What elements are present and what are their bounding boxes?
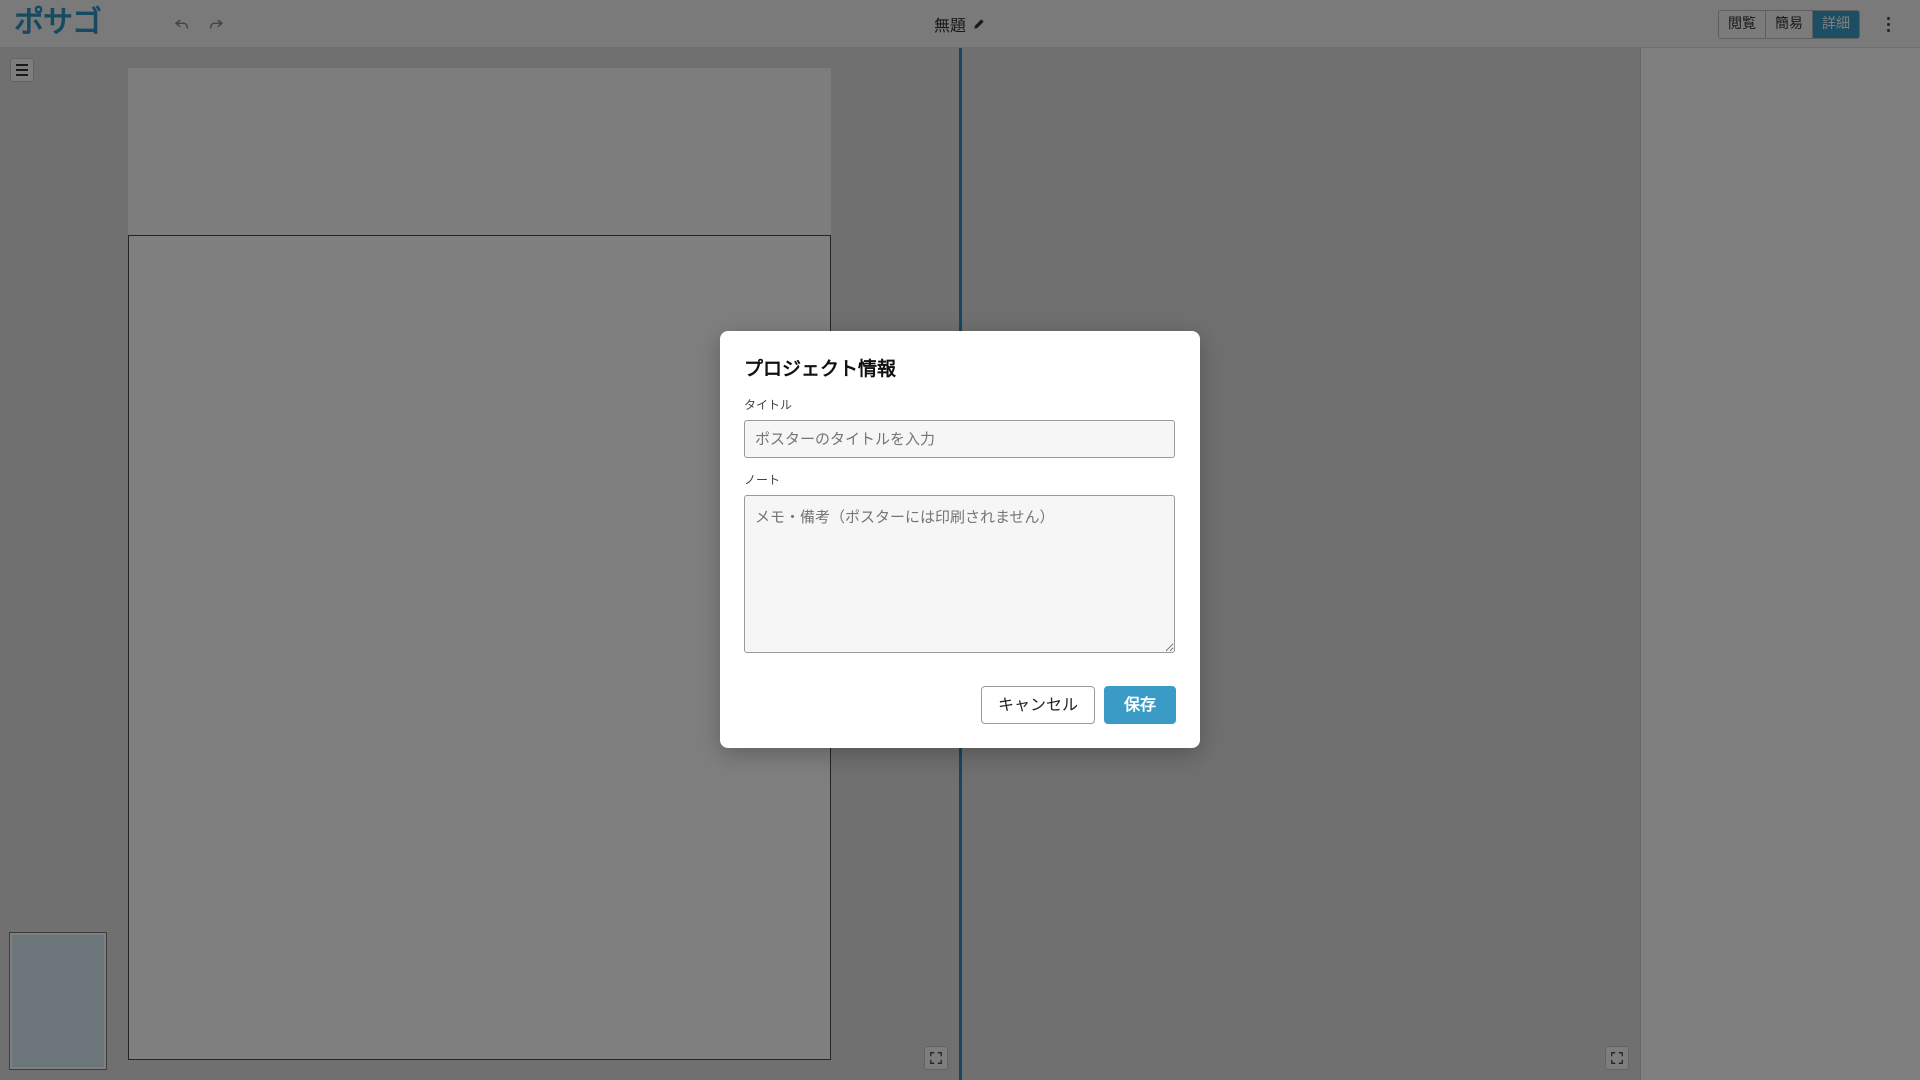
title-input[interactable] — [744, 420, 1175, 458]
note-field-label: ノート — [744, 473, 781, 487]
save-button[interactable]: 保存 — [1104, 686, 1176, 724]
dialog-title: プロジェクト情報 — [744, 358, 897, 380]
note-textarea[interactable] — [744, 495, 1175, 653]
title-field-label: タイトル — [744, 398, 793, 412]
dialog-actions: キャンセル 保存 — [981, 686, 1176, 724]
cancel-button[interactable]: キャンセル — [981, 686, 1095, 724]
project-info-dialog: プロジェクト情報 タイトル ノート キャンセル 保存 — [720, 331, 1200, 748]
